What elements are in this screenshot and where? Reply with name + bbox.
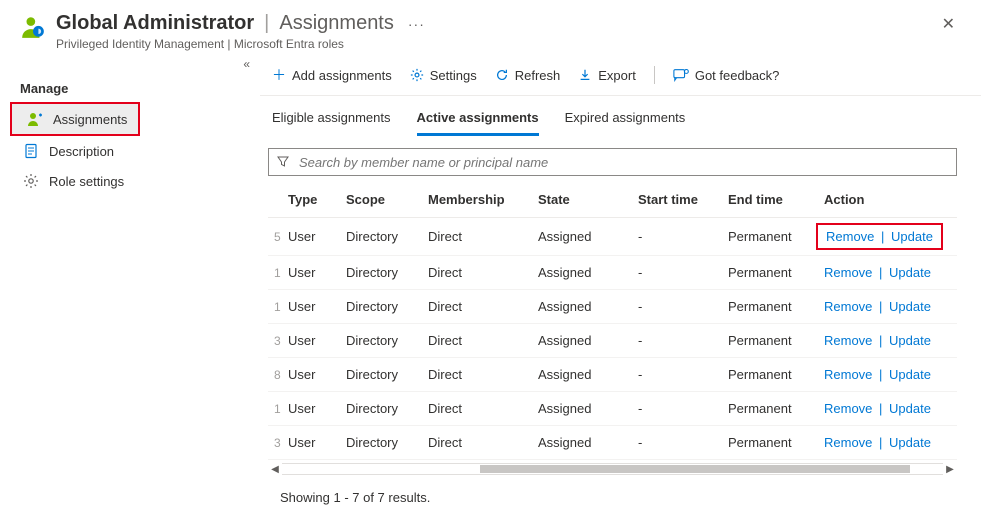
sidebar-item-description[interactable]: Description: [8, 136, 260, 166]
sidebar-item-label: Assignments: [53, 112, 127, 127]
table-row: 1UserDirectoryDirectAssigned-PermanentRe…: [268, 290, 957, 324]
remove-link[interactable]: Remove: [824, 435, 872, 450]
person-plus-icon: [27, 111, 43, 127]
settings-button[interactable]: Settings: [410, 68, 477, 83]
table-row: 5UserDirectoryDirectAssigned-PermanentRe…: [268, 218, 957, 256]
horizontal-scrollbar[interactable]: ◀ ▶: [268, 462, 957, 476]
scroll-thumb[interactable]: [480, 465, 910, 473]
tab-active-assignments[interactable]: Active assignments: [417, 110, 539, 136]
column-membership[interactable]: Membership: [422, 182, 532, 218]
scroll-track[interactable]: [282, 463, 943, 475]
download-icon: [578, 68, 592, 82]
toolbar-label: Add assignments: [292, 68, 392, 83]
page-title: Global Administrator: [56, 12, 254, 35]
update-link[interactable]: Update: [889, 401, 931, 416]
table-row: 1UserDirectoryDirectAssigned-PermanentRe…: [268, 392, 957, 426]
column-state[interactable]: State: [532, 182, 632, 218]
feedback-icon: [673, 68, 689, 82]
add-assignments-button[interactable]: ＋ Add assignments: [272, 65, 392, 85]
search-input[interactable]: [297, 154, 948, 171]
refresh-icon: [495, 68, 509, 82]
collapse-sidebar-icon[interactable]: «: [243, 57, 250, 71]
column-end-time[interactable]: End time: [722, 182, 818, 218]
column-action[interactable]: Action: [818, 182, 957, 218]
sidebar-item-assignments[interactable]: Assignments: [12, 104, 138, 134]
column-type[interactable]: Type: [282, 182, 340, 218]
table-row: 1UserDirectoryDirectAssigned-PermanentRe…: [268, 256, 957, 290]
role-person-icon: [20, 14, 46, 40]
feedback-button[interactable]: Got feedback?: [673, 68, 780, 83]
export-button[interactable]: Export: [578, 68, 636, 83]
document-icon: [23, 143, 39, 159]
tab-expired-assignments[interactable]: Expired assignments: [565, 110, 686, 136]
remove-link[interactable]: Remove: [824, 401, 872, 416]
update-link[interactable]: Update: [889, 435, 931, 450]
sidebar-item-role-settings[interactable]: Role settings: [8, 166, 260, 196]
assignments-table: TypeScopeMembershipStateStart timeEnd ti…: [268, 182, 957, 460]
breadcrumb: Privileged Identity Management | Microso…: [56, 37, 936, 51]
update-link[interactable]: Update: [889, 265, 931, 280]
update-link[interactable]: Update: [891, 229, 933, 244]
sidebar-item-label: Role settings: [49, 174, 124, 189]
title-separator: |: [264, 12, 269, 35]
close-icon[interactable]: ✕: [936, 8, 961, 40]
remove-link[interactable]: Remove: [824, 299, 872, 314]
table-row: 8UserDirectoryDirectAssigned-PermanentRe…: [268, 358, 957, 392]
scroll-left-icon[interactable]: ◀: [268, 464, 282, 475]
toolbar-label: Export: [598, 68, 636, 83]
remove-link[interactable]: Remove: [826, 229, 874, 244]
remove-link[interactable]: Remove: [824, 265, 872, 280]
more-dots-icon[interactable]: ···: [404, 16, 425, 32]
update-link[interactable]: Update: [889, 333, 931, 348]
table-row: 3UserDirectoryDirectAssigned-PermanentRe…: [268, 426, 957, 460]
plus-icon: ＋: [272, 65, 286, 85]
page-subtitle: Assignments: [279, 12, 394, 35]
filter-icon: [277, 156, 289, 168]
remove-link[interactable]: Remove: [824, 367, 872, 382]
scroll-right-icon[interactable]: ▶: [943, 464, 957, 475]
update-link[interactable]: Update: [889, 299, 931, 314]
sidebar-section-manage: Manage: [8, 55, 260, 102]
toolbar-divider: [654, 66, 655, 84]
result-count: Showing 1 - 7 of 7 results.: [260, 476, 981, 505]
refresh-button[interactable]: Refresh: [495, 68, 561, 83]
table-row: 3UserDirectoryDirectAssigned-PermanentRe…: [268, 324, 957, 358]
column-start-time[interactable]: Start time: [632, 182, 722, 218]
toolbar-label: Refresh: [515, 68, 561, 83]
tab-eligible-assignments[interactable]: Eligible assignments: [272, 110, 391, 136]
toolbar-label: Settings: [430, 68, 477, 83]
column-scope[interactable]: Scope: [340, 182, 422, 218]
sidebar-item-label: Description: [49, 144, 114, 159]
update-link[interactable]: Update: [889, 367, 931, 382]
gear-icon: [410, 68, 424, 82]
toolbar-label: Got feedback?: [695, 68, 780, 83]
search-box[interactable]: [268, 148, 957, 176]
gear-icon: [23, 173, 39, 189]
remove-link[interactable]: Remove: [824, 333, 872, 348]
